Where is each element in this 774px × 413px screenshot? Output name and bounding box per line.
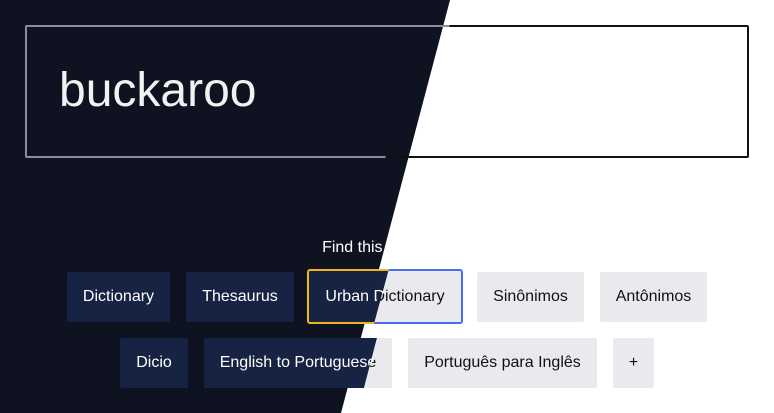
sinonimos-button[interactable]: Sinônimos [477, 272, 584, 322]
more-button-label: + [628, 354, 639, 371]
english-to-portuguese-button[interactable]: English to Portuguese English to Portugu… [204, 338, 392, 388]
thesaurus-button-label: Thesaurus [202, 288, 278, 305]
antonimos-button-label: Antônimos [615, 288, 692, 305]
search-word[interactable]: buckaroo [59, 63, 256, 119]
portugues-para-ingles-button-label: Português para Inglês [424, 354, 581, 371]
dictionary-button[interactable]: Dictionary [67, 272, 170, 322]
urban-dictionary-button[interactable]: Urban Dictionary Urban Dictionary [307, 269, 463, 324]
antonimos-button[interactable]: Antônimos [600, 272, 707, 322]
dicio-button[interactable]: Dicio [120, 338, 188, 388]
thesaurus-button[interactable]: Thesaurus [186, 272, 294, 322]
sinonimos-button-label: Sinônimos [493, 288, 568, 305]
english-to-portuguese-button-label: English to Portuguese English to Portugu… [219, 354, 377, 371]
more-button[interactable]: + [613, 338, 654, 388]
find-word-label: Find this word in... [322, 239, 452, 256]
portugues-para-ingles-button[interactable]: Português para Inglês [408, 338, 597, 388]
dicio-button-label: Dicio [136, 354, 172, 371]
search-field[interactable]: buckaroo [25, 25, 749, 158]
dictionary-button-label: Dictionary [82, 288, 155, 305]
urban-dictionary-button-label: Urban Dictionary Urban Dictionary [325, 287, 445, 305]
